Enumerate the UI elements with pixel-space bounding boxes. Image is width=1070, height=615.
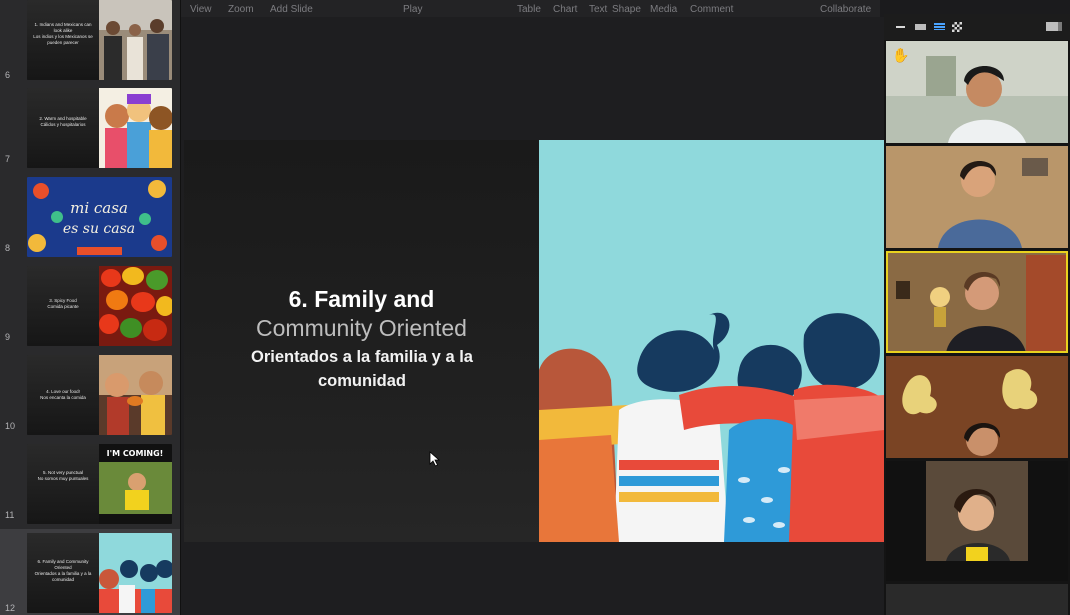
thumbnail-preview: 5. Not very punctual No somos muy puntua… xyxy=(27,444,172,524)
thumbnail-cartoon-people xyxy=(99,88,172,168)
panel-layout-icon[interactable] xyxy=(1046,22,1062,31)
video-panel-footer xyxy=(886,584,1068,615)
participant-video xyxy=(886,356,1068,458)
gallery-view-icon[interactable] xyxy=(952,22,962,32)
thumbnail-preview: 4. Love our food! Nos encanta la comida xyxy=(27,355,172,435)
menu-bar: View Zoom Add Slide Play Table Chart Tex… xyxy=(180,0,880,17)
speaker-view-icon[interactable] xyxy=(934,23,945,30)
slide-thumbnail-12[interactable]: 12 6. Family and Community Oriented Orie… xyxy=(0,529,180,615)
video-tile-participant-3[interactable] xyxy=(886,251,1068,353)
thumbnail-preview: 1. Indians and Mexicans can look alike L… xyxy=(27,0,172,80)
slide-navigator: 6 1. Indians and Mexicans can look alike… xyxy=(0,0,181,615)
slide-body-text: Orientados a la familia y a la comunidad xyxy=(212,345,512,393)
slide-number: 11 xyxy=(5,510,15,520)
family-hug-illustration xyxy=(539,140,884,542)
thumbnail-people-eating xyxy=(99,355,172,435)
menu-table[interactable]: Table xyxy=(517,5,541,15)
thumbnail-family-hug xyxy=(99,533,172,613)
thumbnail-text: 1. Indians and Mexicans can look alike L… xyxy=(33,22,93,45)
thumbnail-preview: 6. Family and Community Oriented Orienta… xyxy=(27,533,172,613)
thumbnail-text: 6. Family and Community Oriented Orienta… xyxy=(34,559,92,582)
thumbnail-text: 3. Spicy Food Comida picante xyxy=(47,298,79,309)
menu-shape[interactable]: Shape xyxy=(612,5,641,15)
thumbnail-preview: 3. Spicy Food Comida picante xyxy=(27,266,172,346)
thumbnail-text: 4. Love our food! Nos encanta la comida xyxy=(40,389,86,400)
thumbnail-photo-men xyxy=(99,0,172,80)
menu-view[interactable]: View xyxy=(190,5,212,15)
thumbnail-view-icon[interactable] xyxy=(915,24,926,30)
slide-body-line-2: comunidad xyxy=(317,372,406,390)
menu-comment[interactable]: Comment xyxy=(690,5,733,15)
slide-body-line-1: Orientados a la familia y a la xyxy=(251,348,473,366)
menu-collaborate[interactable]: Collaborate xyxy=(820,5,871,15)
video-tile-participant-4[interactable] xyxy=(886,356,1068,458)
menu-text[interactable]: Text xyxy=(589,5,607,15)
minimize-icon[interactable] xyxy=(896,26,905,28)
video-tile-participant-2[interactable] xyxy=(886,146,1068,248)
participant-video xyxy=(886,461,1068,581)
current-slide[interactable]: 6. Family and Community Oriented Orienta… xyxy=(184,140,884,542)
video-panel-toolbar xyxy=(884,14,1070,40)
mouse-cursor-icon xyxy=(429,451,441,467)
slide-number: 8 xyxy=(5,243,11,253)
slide-number: 9 xyxy=(5,332,11,342)
slide-thumbnail-6[interactable]: 6 1. Indians and Mexicans can look alike… xyxy=(0,0,180,86)
participant-video xyxy=(886,251,1068,353)
menu-media[interactable]: Media xyxy=(650,5,677,15)
thumbnail-im-coming: I'M COMING! xyxy=(99,444,172,524)
slide-thumbnail-9[interactable]: 9 3. Spicy Food Comida picante xyxy=(0,262,180,348)
menu-add-slide[interactable]: Add Slide xyxy=(270,5,313,15)
mi-casa-text: mi casa xyxy=(70,199,128,217)
thumbnail-preview: 2. Warm and hospitable Cálidos y hospita… xyxy=(27,88,172,168)
raised-hand-icon: ✋ xyxy=(892,47,910,63)
es-su-casa-text: es su casa xyxy=(63,221,135,237)
thumbnail-peppers xyxy=(99,266,172,346)
slide-thumbnail-10[interactable]: 10 4. Love our food! Nos encanta la comi… xyxy=(0,351,180,437)
thumbnail-text: 2. Warm and hospitable Cálidos y hospita… xyxy=(39,116,87,127)
slide-thumbnail-8[interactable]: 8 mi casa es su casa xyxy=(0,173,180,259)
slide-number: 6 xyxy=(5,70,11,80)
video-tile-participant-5[interactable] xyxy=(886,461,1068,581)
thumbnail-mi-casa-art: mi casa es su casa xyxy=(27,177,172,257)
slide-title: 6. Family and xyxy=(288,286,435,312)
im-coming-text: I'M COMING! xyxy=(107,449,164,458)
video-participants-panel: ✋ xyxy=(884,14,1070,615)
menu-chart[interactable]: Chart xyxy=(553,5,577,15)
slide-number: 7 xyxy=(5,154,11,164)
participant-video xyxy=(886,41,1068,143)
slide-number: 12 xyxy=(5,603,16,613)
menu-play[interactable]: Play xyxy=(403,5,422,15)
slide-number: 10 xyxy=(5,421,16,431)
slide-subtitle: Community Oriented xyxy=(256,315,467,341)
slide-thumbnail-7[interactable]: 7 2. Warm and hospitable Cálidos y hospi… xyxy=(0,84,180,170)
video-tile-participant-1[interactable]: ✋ xyxy=(886,41,1068,143)
app-window: View Zoom Add Slide Play Table Chart Tex… xyxy=(0,0,1070,615)
slide-thumbnail-11[interactable]: 11 5. Not very punctual No somos muy pun… xyxy=(0,440,180,526)
menu-zoom[interactable]: Zoom xyxy=(228,5,254,15)
thumbnail-preview: mi casa es su casa xyxy=(27,177,172,257)
participant-video xyxy=(886,146,1068,248)
thumbnail-text: 5. Not very punctual No somos muy puntua… xyxy=(37,470,89,481)
